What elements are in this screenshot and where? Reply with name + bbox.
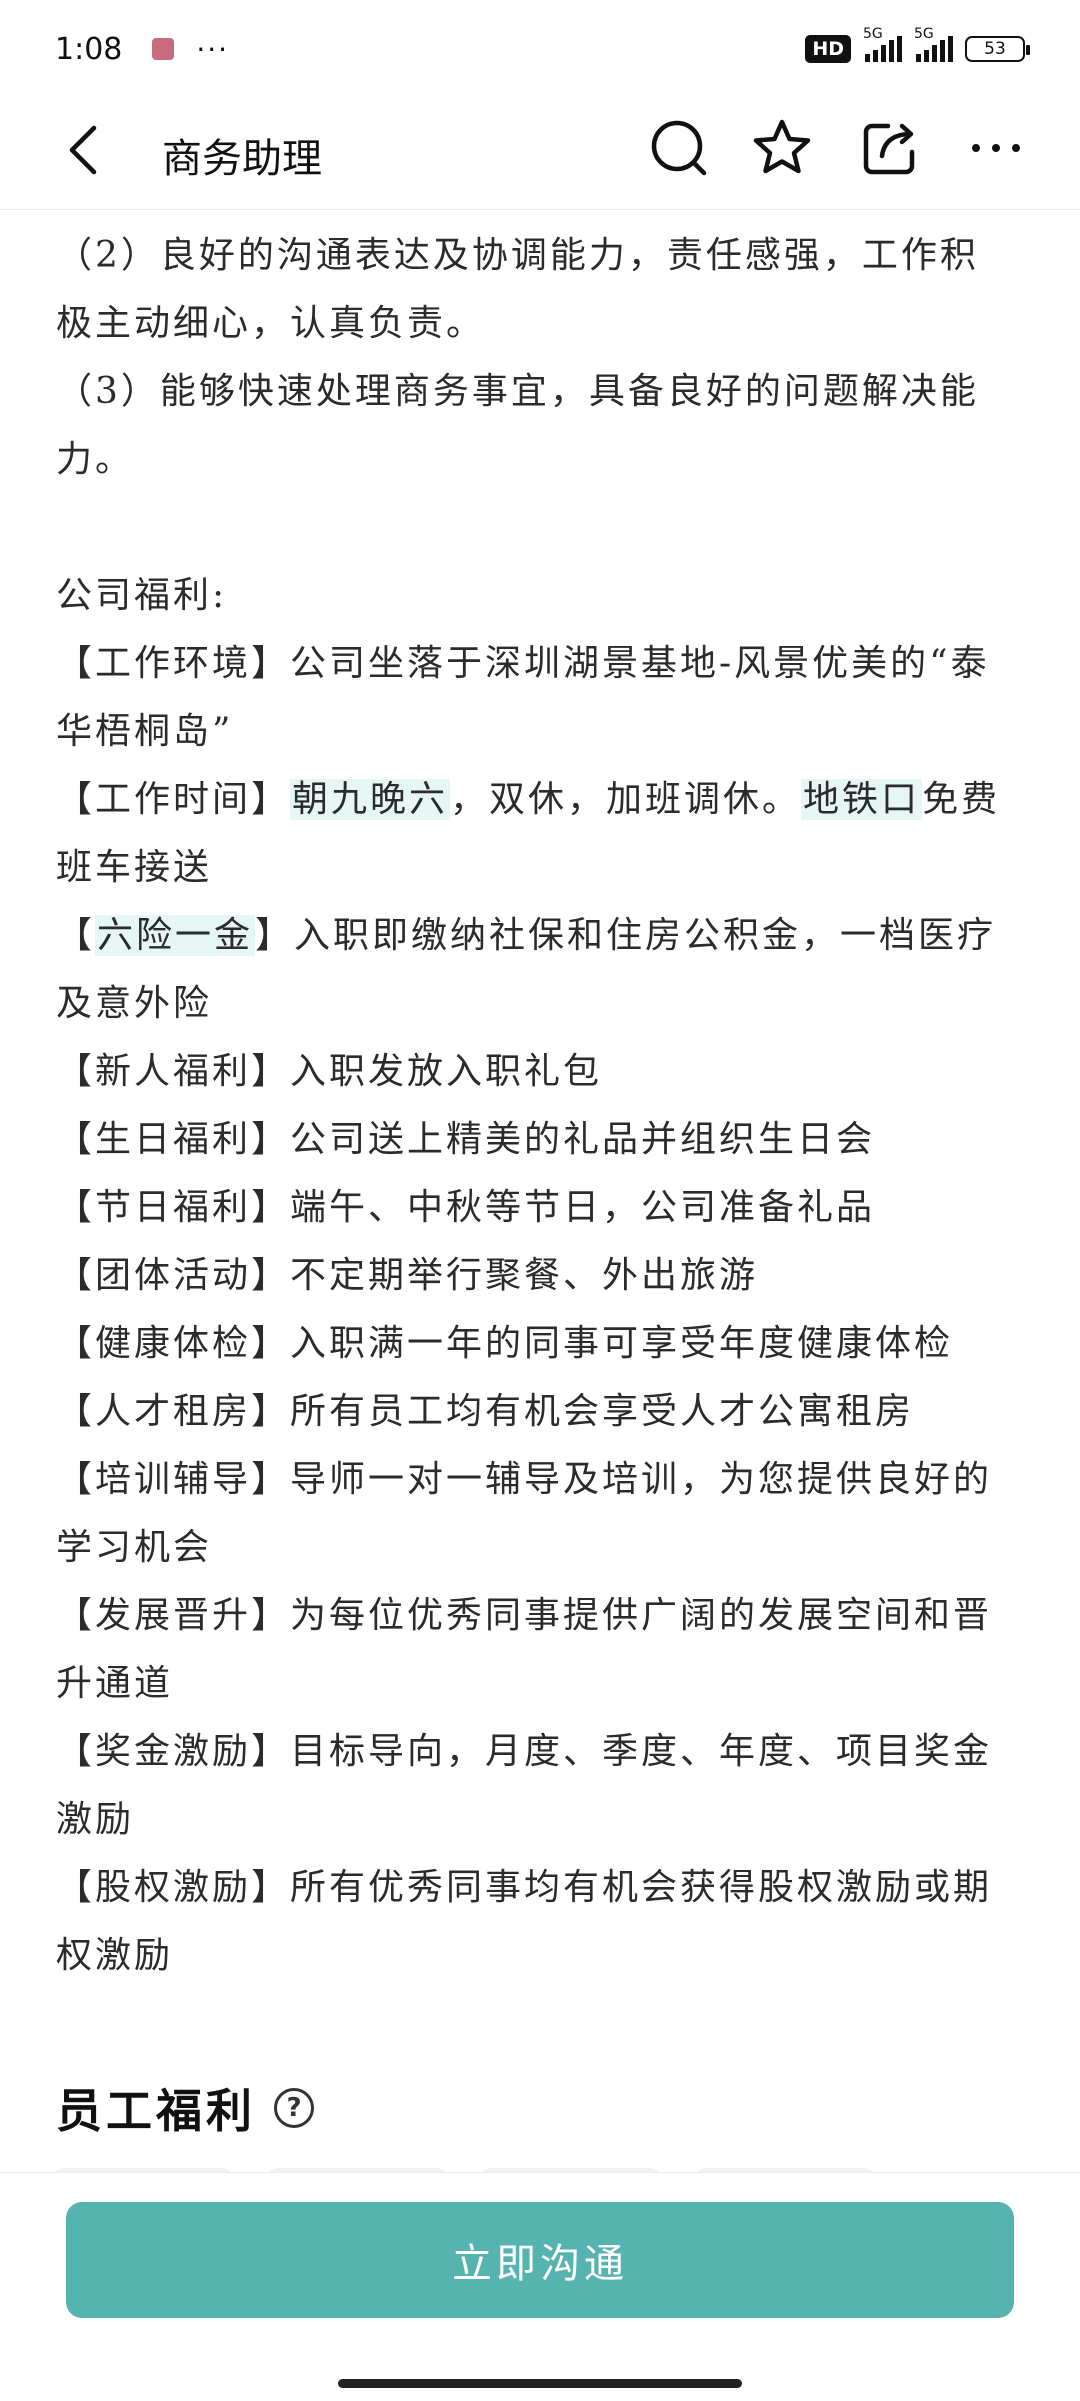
nav-bar: 商务助理 <box>0 98 1080 210</box>
benefit-health-check: 【健康体检】入职满一年的同事可享受年度健康体检 <box>56 1323 954 1364</box>
keyword-highlight-subway[interactable]: 地铁口 <box>801 779 923 820</box>
back-icon <box>69 125 97 175</box>
share-button[interactable] <box>856 114 924 182</box>
benefit-housing: 【人才租房】所有员工均有机会享受人才公寓租房 <box>56 1391 915 1432</box>
section-title: 员工福利 <box>56 2084 256 2138</box>
help-icon[interactable]: ? <box>274 2088 314 2128</box>
job-description: （2）良好的沟通表达及协调能力，责任感强，工作积 极主动细心，认真负责。 （3）… <box>56 222 1036 1990</box>
more-icon <box>972 144 1020 152</box>
benefit-festival: 【节日福利】端午、中秋等节日，公司准备礼品 <box>56 1187 876 1228</box>
benefit-training-line-1: 【培训辅导】导师一对一辅导及培训，为您提供良好的 <box>56 1459 993 1500</box>
benefit-birthday: 【生日福利】公司送上精美的礼品并组织生日会 <box>56 1119 876 1160</box>
more-notifications-icon: ··· <box>196 32 230 66</box>
signal-icon-2: 5G <box>914 26 953 62</box>
network-type-1: 5G <box>863 26 883 42</box>
requirement-2-line-2: 极主动细心，认真负责。 <box>56 303 486 344</box>
requirement-3-line-1: （3）能够快速处理商务事宜，具备良好的问题解决能 <box>56 371 979 412</box>
benefit-environment-line-1: 【工作环境】公司坐落于深圳湖景基地-风景优美的“泰 <box>56 643 990 684</box>
benefit-worktime-suffix: 免费 <box>922 779 1001 820</box>
search-button[interactable] <box>646 114 714 182</box>
benefit-bonus-line-1: 【奖金激励】目标导向，月度、季度、年度、项目奖金 <box>56 1731 993 1772</box>
page-title: 商务助理 <box>162 136 322 182</box>
back-button[interactable] <box>52 118 116 182</box>
status-bar: 1:08 ··· HD 5G 5G 53 <box>0 0 1080 98</box>
benefit-newhire: 【新人福利】入职发放入职礼包 <box>56 1051 603 1092</box>
more-button[interactable] <box>962 114 1030 182</box>
benefit-insurance-suffix: 】入职即缴纳社保和住房公积金，一档医疗 <box>255 915 997 956</box>
network-type-2: 5G <box>914 26 934 42</box>
home-indicator[interactable] <box>338 2379 742 2388</box>
search-icon <box>651 120 707 176</box>
star-icon <box>753 119 811 174</box>
chat-now-button[interactable]: 立即沟通 <box>66 2202 1014 2318</box>
keyword-highlight-insurance[interactable]: 六险一金 <box>95 915 256 956</box>
benefit-worktime-line-1: 【工作时间】朝九晚六，双休，加班调休。地铁口免费 <box>56 766 1036 834</box>
benefit-insurance-line-2: 及意外险 <box>56 983 213 1024</box>
benefits-heading: 公司福利: <box>56 575 228 616</box>
employee-benefits-header: 员工福利 ? <box>56 2075 314 2141</box>
benefit-insurance-prefix: 【 <box>56 915 96 956</box>
benefit-promotion-line-1: 【发展晋升】为每位优秀同事提供广阔的发展空间和晋 <box>56 1595 993 1636</box>
benefit-worktime-line-2: 班车接送 <box>56 847 213 888</box>
requirement-3-line-2: 力。 <box>56 439 135 480</box>
benefit-worktime-prefix: 【工作时间】 <box>56 779 291 820</box>
benefit-equity-line-1: 【股权激励】所有优秀同事均有机会获得股权激励或期 <box>56 1867 993 1908</box>
benefit-bonus-line-2: 激励 <box>56 1799 135 1840</box>
benefit-promotion-line-2: 升通道 <box>56 1663 174 1704</box>
requirement-2-line-1: （2）良好的沟通表达及协调能力，责任感强，工作积 <box>56 235 979 276</box>
hd-voice-icon: HD <box>805 35 851 63</box>
battery-level: 53 <box>984 39 1006 59</box>
benefit-environment-line-2: 华梧桐岛” <box>56 711 234 752</box>
signal-icon-1: 5G <box>863 26 902 62</box>
favorite-button[interactable] <box>748 114 816 182</box>
notification-app-icon <box>152 38 175 60</box>
keyword-highlight-hours[interactable]: 朝九晚六 <box>290 779 451 820</box>
benefit-team-activity: 【团体活动】不定期举行聚餐、外出旅游 <box>56 1255 759 1296</box>
benefit-insurance-line-1: 【六险一金】入职即缴纳社保和住房公积金，一档医疗 <box>56 902 1036 970</box>
benefit-training-line-2: 学习机会 <box>56 1527 213 1568</box>
benefit-worktime-mid: ，双休，加班调休。 <box>450 779 802 820</box>
share-icon <box>863 123 915 175</box>
status-time: 1:08 <box>55 31 123 67</box>
status-indicators: HD 5G 5G 53 <box>805 26 1030 63</box>
battery-icon: 53 <box>965 36 1030 62</box>
benefit-equity-line-2: 权激励 <box>56 1935 174 1976</box>
